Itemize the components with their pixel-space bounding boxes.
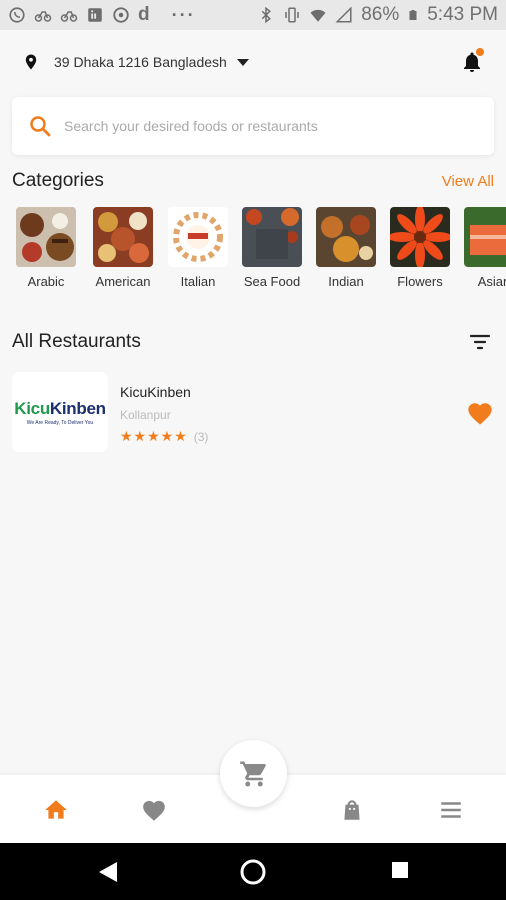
bike-icon [60,11,78,22]
category-item-asian[interactable]: Asian [459,207,506,289]
wifi-icon [310,9,326,22]
category-item-american[interactable]: American [88,207,158,289]
heart-icon[interactable] [141,797,167,823]
category-image [168,207,228,267]
search-icon [30,116,51,137]
notification-icons: d ··· [8,4,196,26]
category-image [316,207,376,267]
home-icon[interactable] [43,797,69,823]
logo-text-kinben: Kinben [49,398,106,418]
bag-icon[interactable] [339,797,365,823]
more-notifications-icon: ··· [171,4,196,25]
linkedin-icon [88,8,102,22]
restaurants-title: All Restaurants [12,331,141,352]
category-image [93,207,153,267]
review-count: (3) [193,429,209,444]
category-label: Arabic [27,274,65,289]
category-image [464,207,506,267]
clock: 5:43 PM [427,4,498,25]
category-item-flowers[interactable]: Flowers [385,207,455,289]
star-rating-icon: ★★★★★ [120,428,188,444]
category-label: Indian [328,274,364,289]
filter-icon[interactable] [468,330,492,354]
back-icon[interactable] [98,861,118,883]
categories-header: Categories View All [12,170,494,192]
chevron-down-icon[interactable] [236,58,249,66]
category-item-indian[interactable]: Indian [311,207,381,289]
category-item-italian[interactable]: Italian [163,207,233,289]
restaurant-rating: ★★★★★ (3) [120,428,208,445]
restaurant-info: KicuKinben Kollanpur ★★★★★ (3) [120,372,208,445]
categories-title: Categories [12,170,104,191]
battery-icon [409,10,417,20]
notification-badge [476,48,484,56]
cart-button[interactable] [220,740,287,807]
bluetooth-icon [261,6,272,24]
category-label: Sea Food [243,274,301,289]
search-bar[interactable] [12,97,494,155]
category-label: Asian [477,274,506,289]
category-item-sea-food[interactable]: Sea Food [237,207,307,289]
view-all-link[interactable]: View All [442,173,494,190]
category-label: Italian [180,274,216,289]
category-image [16,207,76,267]
app-icon [113,7,129,23]
status-bar: d ··· 86% 5:43 PM [0,0,506,30]
restaurant-name: KicuKinben [120,384,191,400]
category-image [242,207,302,267]
category-image [390,207,450,267]
category-label: Flowers [397,274,443,289]
signal-icon [335,6,352,23]
battery-percent: 86% [361,4,400,25]
logo-tagline: We Are Ready, To Deliver You [26,419,94,426]
location-pin-icon [25,54,37,70]
category-item-arabic[interactable]: Arabic [11,207,81,289]
home-circle-icon[interactable] [239,858,267,886]
categories-list: Arabic American Italian Sea Food Indian … [0,207,506,297]
d-app-icon: d [138,4,150,25]
search-input[interactable] [64,118,464,134]
restaurant-location: Kollanpur [120,408,171,422]
menu-icon[interactable] [438,797,464,823]
restaurants-header: All Restaurants [12,330,494,354]
system-navigation-bar [0,843,506,900]
notification-button[interactable] [460,48,484,74]
whatsapp-icon [9,7,25,23]
heart-icon[interactable] [466,400,494,426]
bike-icon [34,11,52,22]
recents-icon[interactable] [391,861,409,879]
vibrate-icon [285,7,299,23]
location-address[interactable]: 39 Dhaka 1216 Bangladesh [54,54,227,70]
category-label: American [95,274,151,289]
logo-text-kicu: Kicu [14,398,50,418]
cart-icon [239,761,266,786]
location-bar: 39 Dhaka 1216 Bangladesh [0,42,506,82]
restaurant-logo: KicuKinben We Are Ready, To Deliver You [12,372,108,452]
restaurant-card[interactable]: KicuKinben We Are Ready, To Deliver You … [12,372,494,454]
